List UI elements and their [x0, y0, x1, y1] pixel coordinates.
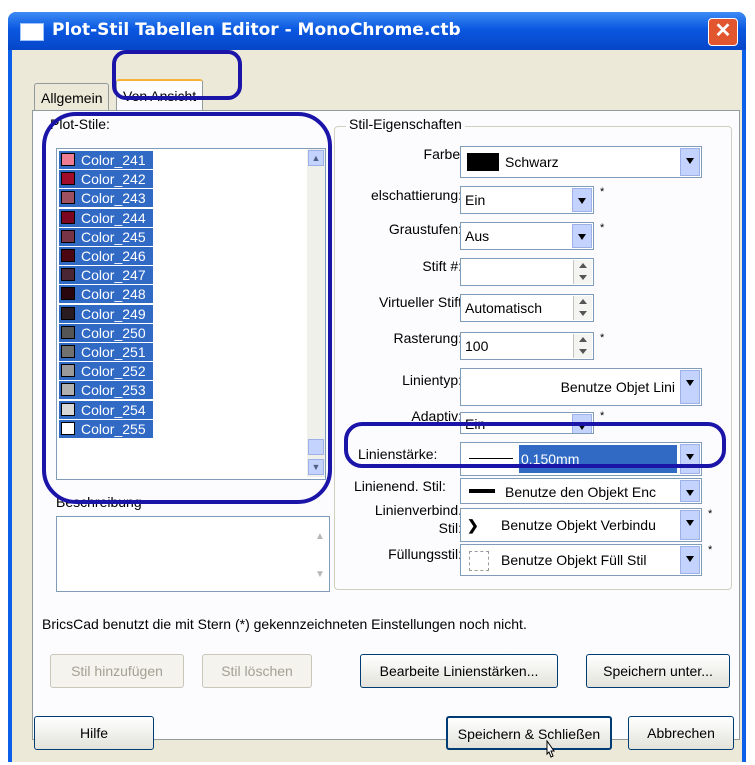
- color-dropdown-icon[interactable]: [680, 148, 700, 176]
- screening-spin-icon[interactable]: [573, 334, 592, 358]
- line-end-select[interactable]: Benutze den Objekt Enc: [460, 478, 702, 504]
- shading-select[interactable]: Ein: [460, 186, 594, 214]
- note-text: BricsCad benutzt die mit Stern (*) geken…: [42, 616, 527, 632]
- window-title: Plot-Stil Tabellen Editor - MonoChrome.c…: [52, 20, 461, 40]
- pen-number-stepper[interactable]: [460, 258, 594, 286]
- window-icon: [20, 23, 44, 41]
- close-button[interactable]: ✕: [708, 18, 738, 46]
- shading-dropdown-icon[interactable]: [572, 188, 592, 212]
- grayscale-select[interactable]: Aus: [460, 222, 594, 250]
- title-bar[interactable]: Plot-Stil Tabellen Editor - MonoChrome.c…: [8, 12, 746, 50]
- desc-scroll-down-icon[interactable]: ▼: [313, 569, 327, 583]
- edit-lineweights-button[interactable]: Bearbeite Linienstärken...: [360, 654, 558, 688]
- cancel-button[interactable]: Abbrechen: [628, 716, 734, 750]
- shading-label: elschattierung:: [370, 187, 462, 203]
- virtual-pen-spin-icon[interactable]: [573, 296, 592, 320]
- color-select[interactable]: Schwarz: [460, 146, 702, 178]
- virtual-pen-stepper[interactable]: Automatisch: [460, 294, 594, 322]
- screening-stepper[interactable]: 100: [460, 332, 594, 360]
- mouse-cursor-icon: [542, 739, 560, 765]
- shading-star: *: [600, 186, 605, 198]
- line-join-label-2: Stil:: [438, 520, 462, 536]
- highlight-ring-lineweight: [344, 422, 726, 468]
- line-join-preview-icon: ❯: [467, 517, 479, 533]
- fill-style-dropdown-icon[interactable]: [680, 546, 700, 574]
- line-end-value: Benutze den Objekt Enc: [505, 484, 656, 500]
- color-value: Schwarz: [505, 154, 559, 170]
- fill-preview-icon: [469, 551, 489, 571]
- line-join-dropdown-icon[interactable]: [680, 510, 700, 540]
- shading-value: Ein: [465, 192, 486, 208]
- style-properties-label: Stil-Eigenschaften: [346, 116, 465, 132]
- color-swatch: [467, 153, 499, 171]
- tab-allgemein[interactable]: Allgemein: [34, 83, 110, 112]
- highlight-ring-tab: [112, 50, 242, 100]
- virtual-pen-label: Virtueller Stift: [379, 294, 462, 310]
- screening-value: 100: [465, 338, 489, 354]
- grayscale-dropdown-icon[interactable]: [572, 224, 592, 248]
- screening-star: *: [600, 332, 605, 344]
- grayscale-value: Aus: [465, 228, 490, 244]
- save-as-button[interactable]: Speichern unter...: [586, 654, 730, 688]
- line-join-select[interactable]: ❯ Benutze Objekt Verbindu: [460, 508, 702, 542]
- pen-label: Stift #:: [422, 258, 462, 274]
- pen-spin-icon[interactable]: [573, 260, 592, 284]
- linetype-label: Linientyp:: [402, 372, 462, 388]
- virtual-pen-value: Automatisch: [465, 300, 543, 316]
- fill-style-select[interactable]: Benutze Objekt Füll Stil: [460, 544, 702, 576]
- grayscale-label: Graustufen:: [388, 221, 462, 237]
- fill-style-value: Benutze Objekt Füll Stil: [501, 552, 647, 568]
- line-end-dropdown-icon[interactable]: [680, 480, 700, 502]
- grayscale-star: *: [600, 222, 605, 234]
- delete-style-button[interactable]: Stil löschen: [202, 654, 312, 688]
- screening-label: Rasterung:: [393, 330, 462, 346]
- line-end-label: Linienend. Stil:: [354, 478, 446, 494]
- line-end-preview-icon: [469, 489, 495, 493]
- help-button[interactable]: Hilfe: [34, 716, 154, 750]
- line-join-label: Linienverbind.: [374, 502, 462, 518]
- desc-scroll-up-icon[interactable]: ▲: [313, 531, 327, 545]
- linetype-select[interactable]: Benutze Objet Lini: [460, 368, 702, 406]
- linetype-value: Benutze Objet Lini: [560, 379, 675, 395]
- color-label: Farbe:: [423, 146, 464, 162]
- highlight-ring-list: [42, 112, 332, 504]
- add-style-button[interactable]: Stil hinzufügen: [50, 654, 184, 688]
- fill-style-star: *: [708, 544, 713, 556]
- line-join-star: *: [708, 508, 713, 520]
- adaptive-star: *: [600, 410, 605, 422]
- line-join-value: Benutze Objekt Verbindu: [501, 517, 656, 533]
- linetype-dropdown-icon[interactable]: [680, 370, 700, 404]
- fill-style-label: Füllungsstil:: [388, 546, 462, 562]
- description-textarea[interactable]: ▲ ▼: [56, 516, 330, 592]
- save-close-button[interactable]: Speichern & Schließen: [446, 716, 612, 750]
